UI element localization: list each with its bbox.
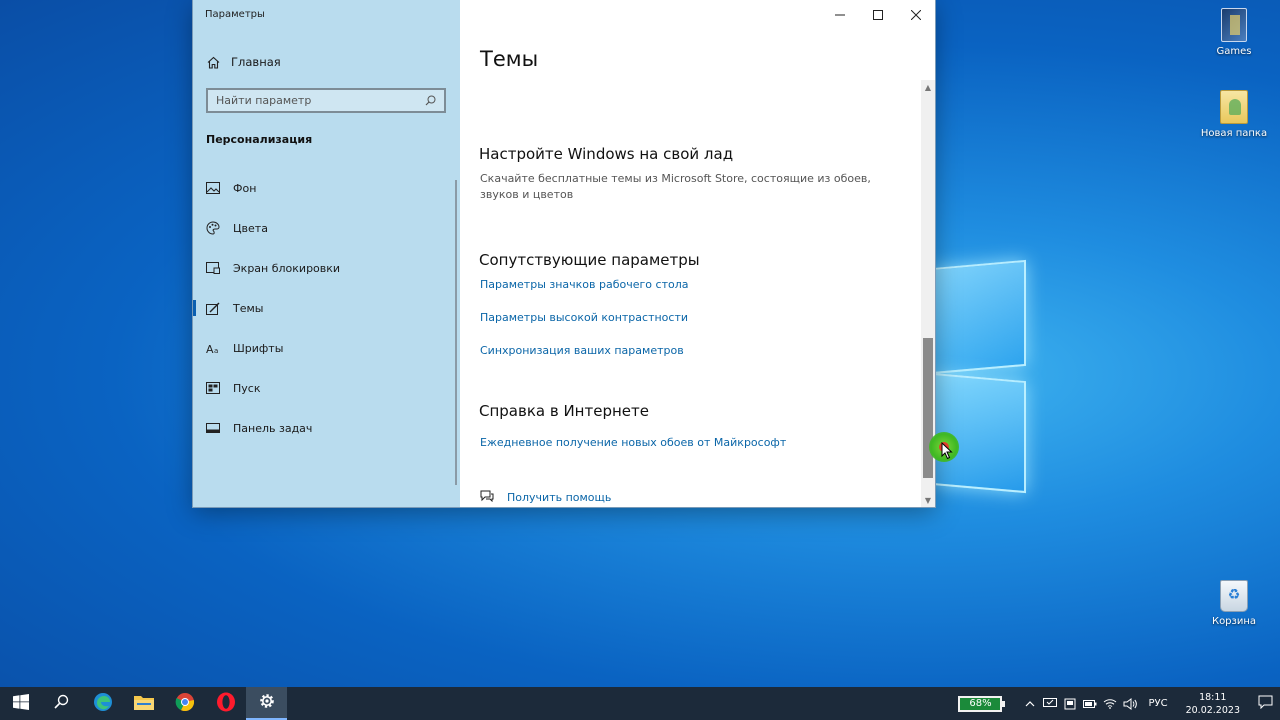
mouse-cursor-icon [941,442,953,460]
folder-icon [1220,90,1248,124]
section-title: Персонализация [206,133,313,146]
windows-start-icon [12,693,29,714]
search-icon [54,694,69,713]
sidebar-scrollbar[interactable] [455,180,457,485]
main-content: Темы Настройте Windows на свой лад Скача… [460,0,935,507]
recycle-bin-icon [1220,580,1248,612]
taskbar: 68% РУС 18:11 20.02.2023 [0,687,1280,720]
get-help-link[interactable]: Получить помощь [480,490,611,505]
battery-percent: 68% [969,698,992,709]
link-desktop-icon-settings[interactable]: Параметры значков рабочего стола [480,278,688,291]
themes-brush-icon [206,301,220,315]
link-sync-settings[interactable]: Синхронизация ваших параметров [480,344,684,357]
taskbar-search-button[interactable] [41,687,82,720]
tray-battery-icon[interactable] [1080,687,1100,720]
nav-home-label: Главная [231,55,281,69]
opera-icon [216,692,236,716]
settings-gear-icon [258,692,276,714]
sidebar-item-fonts[interactable]: Aa Шрифты [193,328,455,368]
maximize-icon [873,5,883,24]
svg-text:A: A [206,343,214,355]
edge-icon [93,692,113,716]
taskbar-app-settings[interactable] [246,687,287,720]
nav-home[interactable]: Главная [206,53,281,71]
window-controls [821,0,935,28]
taskbar-app-explorer[interactable] [123,687,164,720]
clock-date: 20.02.2023 [1185,704,1240,716]
desktop-icon-label: Корзина [1211,616,1257,627]
link-high-contrast-settings[interactable]: Параметры высокой контрастности [480,311,688,324]
desktop-icon-games[interactable]: Games [1199,8,1269,57]
sidebar-item-label: Темы [233,301,264,315]
sidebar-item-label: Фон [233,181,257,195]
sidebar-item-lock-screen[interactable]: Экран блокировки [193,248,455,288]
close-button[interactable] [897,0,935,28]
minimize-icon [835,5,845,24]
desktop-icon-label: Новая папка [1200,128,1268,139]
sidebar-item-label: Шрифты [233,341,284,355]
search-icon[interactable] [425,91,436,110]
web-help-heading: Справка в Интернете [479,402,649,420]
chrome-icon [175,692,195,716]
sidebar-item-label: Панель задач [233,421,313,435]
home-icon [206,55,220,69]
link-daily-wallpapers[interactable]: Ежедневное получение новых обоев от Майк… [480,436,786,449]
sidebar-item-label: Экран блокировки [233,261,341,275]
sidebar-item-themes[interactable]: Темы [193,288,455,328]
sidebar-item-label: Цвета [233,221,268,235]
help-chat-icon [480,490,494,505]
volume-icon[interactable] [1120,687,1140,720]
games-folder-icon [1221,8,1247,42]
lock-screen-icon [206,261,220,275]
nav-list: Фон Цвета Экран блокировки Темы A a Шриф… [193,168,455,448]
tray-app-icon[interactable] [1060,687,1080,720]
settings-window: Параметры Главная Персонализация Фон [193,0,935,507]
scroll-thumb[interactable] [923,338,933,478]
tray-display-icon[interactable] [1040,687,1060,720]
page-title: Темы [480,47,539,71]
sidebar-item-background[interactable]: Фон [193,168,455,208]
window-title: Параметры [205,9,265,20]
desktop-icon-label: Games [1216,46,1252,57]
start-grid-icon [206,381,220,395]
clock[interactable]: 18:11 20.02.2023 [1176,691,1250,717]
sidebar-item-label: Пуск [233,381,261,395]
clock-time: 18:11 [1199,691,1227,703]
start-button[interactable] [0,687,41,720]
picture-icon [206,181,220,195]
sidebar-item-start[interactable]: Пуск [193,368,455,408]
language-indicator[interactable]: РУС [1140,698,1175,709]
desktop-icon-recycle-bin[interactable]: Корзина [1199,580,1269,627]
sidebar-item-colors[interactable]: Цвета [193,208,455,248]
desktop-icon-new-folder[interactable]: Новая папка [1199,90,1269,139]
customize-description: Скачайте бесплатные темы из Microsoft St… [480,172,871,201]
sidebar-item-taskbar[interactable]: Панель задач [193,408,455,448]
scroll-up-arrow-icon[interactable]: ▲ [921,80,935,94]
search-input[interactable] [216,94,425,107]
maximize-button[interactable] [859,0,897,28]
battery-indicator[interactable]: 68% [958,695,1006,712]
palette-icon [206,221,220,235]
wifi-icon[interactable] [1100,687,1120,720]
related-settings-heading: Сопутствующие параметры [479,251,700,269]
system-tray: 68% РУС 18:11 20.02.2023 [958,687,1280,720]
get-help-label: Получить помощь [507,491,612,504]
taskbar-app-opera[interactable] [205,687,246,720]
close-icon [910,5,922,24]
minimize-button[interactable] [821,0,859,28]
sidebar: Параметры Главная Персонализация Фон [193,0,460,507]
fonts-icon: Aa [206,341,220,355]
action-center-button[interactable] [1250,687,1280,720]
search-field[interactable] [206,88,446,113]
scroll-down-arrow-icon[interactable]: ▼ [921,493,935,507]
show-hidden-icons-chevron-icon[interactable] [1020,687,1040,720]
taskbar-icon [206,421,220,435]
notification-icon [1258,694,1273,713]
file-explorer-icon [133,694,154,714]
customize-heading: Настройте Windows на свой лад [479,145,734,163]
taskbar-app-chrome[interactable] [164,687,205,720]
taskbar-app-edge[interactable] [82,687,123,720]
svg-text:a: a [214,347,218,355]
